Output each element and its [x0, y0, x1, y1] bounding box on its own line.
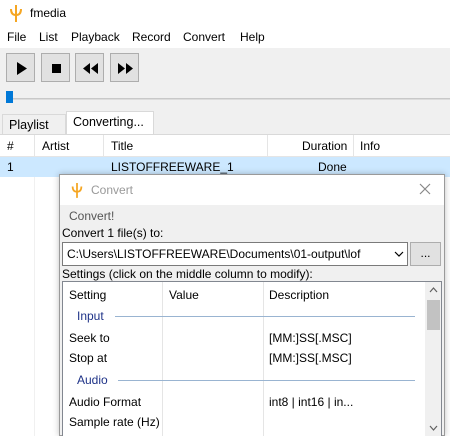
column-separator[interactable]: [353, 135, 354, 157]
fast-forward-button[interactable]: [110, 53, 139, 82]
column-separator: [263, 282, 264, 436]
scroll-up-icon[interactable]: [429, 287, 438, 293]
column-number[interactable]: #: [7, 139, 14, 153]
convert-files-label: Convert 1 file(s) to:: [62, 226, 164, 240]
settings-column-setting[interactable]: Setting: [69, 288, 106, 302]
vertical-scrollbar[interactable]: [425, 282, 441, 436]
column-separator: [162, 282, 163, 436]
rewind-button[interactable]: [75, 53, 104, 82]
menu-record[interactable]: Record: [132, 30, 171, 44]
setting-audio-format[interactable]: Audio Format: [69, 395, 141, 409]
menu-convert[interactable]: Convert: [183, 30, 225, 44]
menu-list[interactable]: List: [39, 30, 58, 44]
scrollbar-thumb[interactable]: [427, 300, 440, 330]
description-audio-format: int8 | int16 | in...: [269, 395, 354, 409]
group-divider: [118, 380, 415, 381]
seek-track[interactable]: [6, 98, 450, 100]
settings-column-description[interactable]: Description: [269, 288, 329, 302]
settings-column-value[interactable]: Value: [169, 288, 199, 302]
grid-line: [34, 177, 35, 436]
setting-stop-at[interactable]: Stop at: [69, 351, 107, 365]
setting-sample-rate[interactable]: Sample rate (Hz): [69, 415, 160, 429]
description-seek-to: [MM:]SS[.MSC]: [269, 331, 352, 345]
settings-list: Setting Value Description Input Seek to …: [62, 281, 442, 436]
dialog-title: Convert: [91, 183, 134, 197]
tab-converting[interactable]: Converting...: [66, 111, 154, 134]
output-path-combobox[interactable]: C:\Users\LISTOFFREEWARE\Documents\01-out…: [62, 242, 408, 266]
seek-area: [0, 88, 450, 110]
convert-dialog: Convert Convert! Convert 1 file(s) to: C…: [59, 174, 445, 436]
tab-playlist-1[interactable]: Playlist 1: [2, 114, 66, 146]
column-separator[interactable]: [103, 135, 104, 157]
play-icon: [17, 62, 27, 75]
setting-seek-to[interactable]: Seek to: [69, 331, 110, 345]
tab-strip: Playlist 1 Converting...: [0, 110, 450, 146]
description-stop-at: [MM:]SS[.MSC]: [269, 351, 352, 365]
menu-file[interactable]: File: [7, 30, 26, 44]
stop-icon: [52, 64, 61, 73]
group-input: Input: [77, 309, 104, 323]
seek-slider-thumb[interactable]: [6, 91, 13, 103]
column-separator[interactable]: [34, 135, 35, 157]
menu-playback[interactable]: Playback: [71, 30, 120, 44]
row-title: LISTOFFREEWARE_1: [111, 160, 234, 174]
settings-label: Settings (click on the middle column to …: [62, 267, 313, 281]
play-button[interactable]: [6, 53, 35, 82]
fmedia-logo-icon: [10, 5, 22, 22]
browse-button[interactable]: ...: [410, 242, 441, 266]
fmedia-logo-icon: [71, 183, 83, 198]
close-icon[interactable]: [418, 182, 432, 196]
column-info[interactable]: Info: [360, 139, 380, 153]
group-divider: [115, 316, 415, 317]
row-number: 1: [7, 160, 14, 174]
list-header: # Artist Title Duration Info: [0, 135, 450, 157]
dialog-title-bar: Convert: [60, 175, 444, 205]
column-title[interactable]: Title: [111, 139, 133, 153]
title-bar: fmedia: [0, 0, 450, 26]
output-path-value: C:\Users\LISTOFFREEWARE\Documents\01-out…: [67, 247, 361, 261]
fast-forward-icon: [118, 63, 133, 74]
toolbar: [0, 48, 450, 88]
menu-help[interactable]: Help: [240, 30, 265, 44]
scroll-down-icon[interactable]: [429, 425, 438, 431]
row-duration: Done: [318, 160, 347, 174]
stop-button[interactable]: [41, 53, 70, 82]
column-duration[interactable]: Duration: [302, 139, 347, 153]
menu-bar: File List Playback Record Convert Help: [0, 26, 450, 48]
group-audio: Audio: [77, 373, 108, 387]
column-separator[interactable]: [267, 135, 268, 157]
column-artist[interactable]: Artist: [42, 139, 69, 153]
app-title: fmedia: [30, 6, 67, 20]
chevron-down-icon[interactable]: [394, 251, 404, 258]
dialog-menu-convert[interactable]: Convert!: [69, 209, 114, 223]
rewind-icon: [83, 63, 98, 74]
